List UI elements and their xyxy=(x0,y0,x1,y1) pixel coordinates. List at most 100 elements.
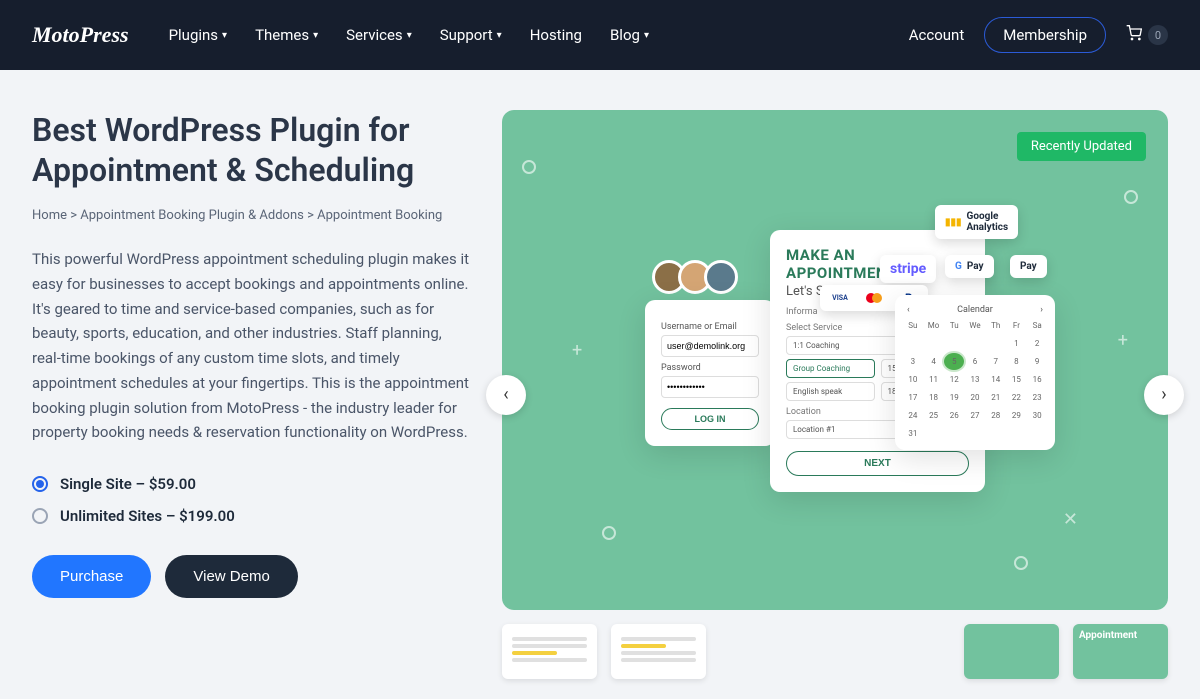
google-analytics-badge: ▮▮▮Google Analytics xyxy=(935,205,1018,239)
decor-plus-icon: + xyxy=(572,340,582,361)
nav-support[interactable]: Support▾ xyxy=(440,26,502,44)
nav-label: Plugins xyxy=(169,26,218,44)
membership-button[interactable]: Membership xyxy=(984,17,1106,53)
header-right: Account Membership 0 xyxy=(909,17,1168,53)
mastercard-icon xyxy=(860,289,888,307)
nav-label: Hosting xyxy=(530,26,582,44)
cal-day-header: Mo xyxy=(924,317,944,334)
cal-day-header: We xyxy=(965,317,985,334)
cal-prev-icon: ‹ xyxy=(907,305,910,315)
site-header: MotoPress Plugins ▾ Themes▾ Services▾ Sup… xyxy=(0,0,1200,70)
cal-day-header: Th xyxy=(986,317,1006,334)
pricing-label: Unlimited Sites – $199.00 xyxy=(60,507,235,525)
decor-ring-icon xyxy=(1014,556,1028,570)
cal-day: 28 xyxy=(986,407,1006,424)
cal-day-header: Sa xyxy=(1027,317,1047,334)
cal-day: 11 xyxy=(924,371,944,388)
avatar xyxy=(704,260,738,294)
cal-day: 10 xyxy=(903,371,923,388)
page-content: Best WordPress Plugin for Appointment & … xyxy=(0,70,1200,699)
cal-day: 25 xyxy=(924,407,944,424)
cal-day: 12 xyxy=(944,371,964,388)
cart-button[interactable]: 0 xyxy=(1126,25,1168,45)
gallery-thumb[interactable] xyxy=(964,624,1059,679)
cal-day: 18 xyxy=(924,389,944,406)
gallery-thumb[interactable] xyxy=(611,624,706,679)
badge-label: Pay xyxy=(1020,261,1037,272)
login-card-mockup: Username or Email Password LOG IN xyxy=(645,300,775,446)
cal-day: 27 xyxy=(965,407,985,424)
cal-day xyxy=(986,335,1006,352)
recently-updated-badge: Recently Updated xyxy=(1017,132,1146,161)
cal-day: 26 xyxy=(944,407,964,424)
cal-day: 9 xyxy=(1027,353,1047,370)
appt-title: MAKE AN APPOINTMENT xyxy=(786,246,969,282)
radio-unselected-icon xyxy=(32,508,48,524)
product-info-column: Best WordPress Plugin for Appointment & … xyxy=(32,110,472,679)
decor-plus-icon: ✕ xyxy=(1063,509,1078,530)
cal-day-header: Fr xyxy=(1007,317,1027,334)
decor-ring-icon xyxy=(602,526,616,540)
nav-blog[interactable]: Blog▾ xyxy=(610,26,649,44)
chevron-right-icon: › xyxy=(1161,384,1166,405)
nav-themes[interactable]: Themes▾ xyxy=(255,26,318,44)
next-button-mockup: NEXT xyxy=(786,451,969,476)
apple-pay-badge: Pay xyxy=(1010,255,1047,278)
cal-day: 2 xyxy=(1027,335,1047,352)
cal-day: 24 xyxy=(903,407,923,424)
account-link[interactable]: Account xyxy=(909,26,965,44)
nav-plugins[interactable]: Plugins ▾ xyxy=(169,26,228,44)
cal-day: 3 xyxy=(903,353,923,370)
cal-day xyxy=(965,335,985,352)
chevron-down-icon: ▾ xyxy=(407,30,412,41)
cal-day: 13 xyxy=(965,371,985,388)
decor-ring-icon xyxy=(1124,190,1138,204)
view-demo-button[interactable]: View Demo xyxy=(165,555,297,598)
product-gallery: Recently Updated + + ✕ Username or Email… xyxy=(502,110,1168,610)
decor-plus-icon: + xyxy=(1118,330,1128,351)
purchase-button[interactable]: Purchase xyxy=(32,555,151,598)
logo[interactable]: MotoPress xyxy=(32,22,129,48)
password-input-mockup xyxy=(661,376,759,398)
avatar-group xyxy=(660,260,738,294)
page-title: Best WordPress Plugin for Appointment & … xyxy=(32,110,472,190)
gallery-thumbnails: Appointment xyxy=(502,624,1168,679)
pricing-option-single[interactable]: Single Site – $59.00 xyxy=(32,475,472,493)
gallery-thumb[interactable] xyxy=(502,624,597,679)
breadcrumb-sep: > xyxy=(70,208,77,223)
cal-day: 16 xyxy=(1027,371,1047,388)
product-description: This powerful WordPress appointment sche… xyxy=(32,247,472,445)
cal-day: 20 xyxy=(965,389,985,406)
username-label: Username or Email xyxy=(661,322,759,332)
radio-selected-icon xyxy=(32,476,48,492)
decor-ring-icon xyxy=(522,160,536,174)
gallery-prev-button[interactable]: ‹ xyxy=(486,375,526,415)
cart-count: 0 xyxy=(1148,25,1168,45)
breadcrumb-current: Appointment Booking xyxy=(317,208,442,223)
pricing-option-unlimited[interactable]: Unlimited Sites – $199.00 xyxy=(32,507,472,525)
gallery-thumb[interactable]: Appointment xyxy=(1073,624,1168,679)
cal-day-header: Tu xyxy=(944,317,964,334)
cal-day: 15 xyxy=(1007,371,1027,388)
nav-hosting[interactable]: Hosting xyxy=(530,26,582,44)
nav-services[interactable]: Services▾ xyxy=(346,26,412,44)
cal-day: 1 xyxy=(1007,335,1027,352)
breadcrumb-category[interactable]: Appointment Booking Plugin & Addons xyxy=(80,208,304,223)
visa-icon: VISA xyxy=(826,289,854,307)
gallery-next-button[interactable]: › xyxy=(1144,375,1184,415)
cal-day: 17 xyxy=(903,389,923,406)
chevron-down-icon: ▾ xyxy=(222,30,227,41)
cal-day: 5 xyxy=(944,353,964,370)
cal-day: 7 xyxy=(986,353,1006,370)
cal-day xyxy=(924,335,944,352)
gallery-column: ‹ › Recently Updated + + ✕ Username or E… xyxy=(502,110,1168,679)
cal-next-icon: › xyxy=(1040,305,1043,315)
username-input-mockup xyxy=(661,335,759,357)
breadcrumb-home[interactable]: Home xyxy=(32,208,67,223)
badge-label: Google Analytics xyxy=(967,211,1009,233)
gpay-badge: G G PayPay xyxy=(945,255,994,278)
service-opt: Group Coaching xyxy=(786,359,875,378)
calendar-grid: SuMoTuWeThFrSa12345678910111213141516171… xyxy=(903,317,1047,442)
cal-day: 22 xyxy=(1007,389,1027,406)
pricing-options: Single Site – $59.00 Unlimited Sites – $… xyxy=(32,475,472,525)
